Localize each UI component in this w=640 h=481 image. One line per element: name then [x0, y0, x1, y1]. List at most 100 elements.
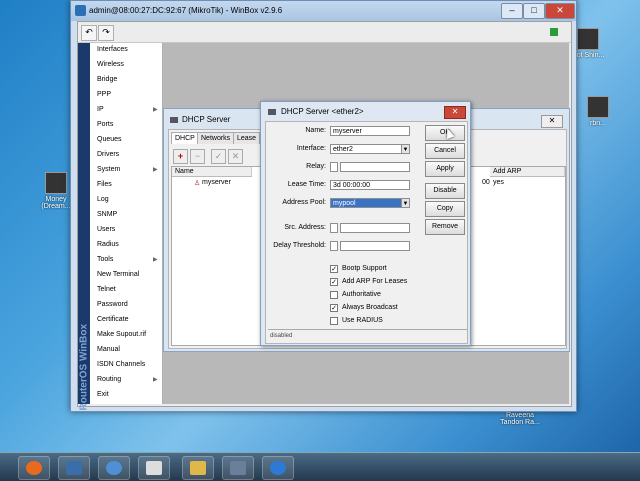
tab-leases[interactable]: Lease	[233, 132, 261, 144]
menu-item-interfaces[interactable]: Interfaces	[97, 46, 161, 53]
maximize-button[interactable]: □	[523, 3, 545, 19]
taskbar-virtualbox[interactable]	[222, 456, 254, 480]
menu-item-queues[interactable]: Queues	[97, 136, 161, 143]
name-field[interactable]: myserver	[330, 126, 410, 136]
cube-icon	[230, 461, 246, 475]
menu-item-tools[interactable]: Tools ▶	[97, 256, 161, 263]
authoritative-label: Authoritative	[342, 291, 381, 298]
column-header-add-arp[interactable]: Add ARP	[490, 167, 565, 177]
window-icon	[268, 109, 276, 115]
menu-item-files[interactable]: Files	[97, 181, 161, 188]
tab-networks[interactable]: Networks	[197, 132, 235, 144]
lease-time-field[interactable]: 3d 00:00:00	[330, 180, 410, 190]
address-pool-label: Address Pool:	[282, 199, 326, 206]
undo-button[interactable]: ↶	[81, 25, 97, 41]
taskbar-teamviewer[interactable]	[262, 456, 294, 480]
menu-label: Interfaces	[97, 46, 128, 53]
disable-button[interactable]: ✕	[228, 149, 243, 164]
teamviewer-icon	[270, 461, 286, 475]
menu-item-system[interactable]: System ▶	[97, 166, 161, 173]
tab-dhcp[interactable]: DHCP	[171, 132, 199, 144]
relay-toggle[interactable]	[330, 162, 338, 172]
menu-label: Log	[97, 196, 109, 203]
apply-button[interactable]: Apply	[425, 161, 465, 177]
menu-label: Queues	[97, 136, 122, 143]
remove-button[interactable]: −	[190, 149, 205, 164]
desktop-icon-label: Money (Dream...	[41, 196, 71, 210]
menu-label: System	[97, 166, 121, 173]
desktop-icon-label: Raveena Tandon Ra...	[500, 412, 540, 426]
menu-item-ppp[interactable]: PPP	[97, 91, 161, 98]
taskbar-firefox[interactable]	[18, 456, 50, 480]
remove-button[interactable]: Remove	[425, 219, 465, 235]
disable-button[interactable]: Disable	[425, 183, 465, 199]
lease-time-label: Lease Time:	[287, 181, 326, 188]
menu-item-make-supout[interactable]: Make Supout.rif	[97, 331, 161, 338]
firefox-icon	[26, 461, 42, 475]
lock-icon[interactable]	[550, 28, 558, 36]
interface-select[interactable]: ether2	[330, 144, 402, 154]
src-address-field[interactable]	[340, 223, 410, 233]
menu-item-new-terminal[interactable]: New Terminal	[97, 271, 161, 278]
close-button[interactable]: ✕	[541, 115, 563, 128]
always-broadcast-checkbox[interactable]: ✓	[330, 304, 338, 312]
chevron-down-icon[interactable]: ▼	[401, 198, 410, 208]
add-arp-label: Add ARP For Leases	[342, 278, 408, 285]
src-address-toggle[interactable]	[330, 223, 338, 233]
server-icon: ♙	[194, 180, 201, 187]
redo-button[interactable]: ↷	[98, 25, 114, 41]
relay-field[interactable]	[340, 162, 410, 172]
menu-item-snmp[interactable]: SNMP	[97, 211, 161, 218]
submenu-arrow-icon: ▶	[153, 107, 158, 113]
menu-item-isdn-channels[interactable]: ISDN Channels	[97, 361, 161, 368]
interface-label: Interface:	[296, 145, 326, 152]
relay-label: Relay:	[306, 163, 326, 170]
column-header-name[interactable]: Name	[172, 167, 252, 177]
menu-item-certificate[interactable]: Certificate	[97, 316, 161, 323]
bootp-support-checkbox[interactable]: ✓	[330, 265, 338, 273]
minimize-button[interactable]: –	[501, 3, 523, 19]
taskbar-window[interactable]	[138, 456, 170, 480]
close-button[interactable]: ✕	[444, 106, 466, 119]
menu-item-drivers[interactable]: Drivers	[97, 151, 161, 158]
use-radius-checkbox[interactable]	[330, 317, 338, 325]
menu-item-password[interactable]: Password	[97, 301, 161, 308]
menu-label: IP	[97, 106, 104, 113]
authoritative-checkbox[interactable]	[330, 291, 338, 299]
row-name: myserver	[202, 179, 231, 186]
taskbar-computer[interactable]	[58, 456, 90, 480]
menu-item-ip[interactable]: IP ▶	[97, 106, 161, 113]
menu-item-wireless[interactable]: Wireless	[97, 61, 161, 68]
menu-label: Bridge	[97, 76, 118, 83]
menu-label: SNMP	[97, 211, 118, 218]
menu-item-ports[interactable]: Ports	[97, 121, 161, 128]
bootp-support-label: Bootp Support	[342, 265, 387, 272]
delay-threshold-field[interactable]	[340, 241, 410, 251]
chevron-down-icon[interactable]: ▼	[401, 144, 410, 154]
winbox-titlebar[interactable]: admin@08:00:27:DC:92:67 (MikroTik) - Win…	[71, 1, 576, 21]
dhcp-server-dialog: DHCP Server <ether2> ✕ Name: myserver In…	[260, 101, 471, 346]
menu-item-exit[interactable]: Exit	[97, 391, 161, 398]
desktop-icon-raveena[interactable]: Raveena Tandon Ra...	[500, 412, 540, 426]
taskbar-explorer[interactable]	[182, 456, 214, 480]
cancel-button[interactable]: Cancel	[425, 143, 465, 159]
enable-button[interactable]: ✓	[211, 149, 226, 164]
file-icon	[587, 96, 609, 118]
menu-item-manual[interactable]: Manual	[97, 346, 161, 353]
add-arp-checkbox[interactable]: ✓	[330, 278, 338, 286]
menu-label: New Terminal	[97, 271, 140, 278]
menu-item-radius[interactable]: Radius	[97, 241, 161, 248]
menu-item-telnet[interactable]: Telnet	[97, 286, 161, 293]
menu-item-bridge[interactable]: Bridge	[97, 76, 161, 83]
address-pool-select[interactable]: mypool	[330, 198, 402, 208]
add-button[interactable]: +	[173, 149, 188, 164]
delay-threshold-toggle[interactable]	[330, 241, 338, 251]
menu-item-log[interactable]: Log	[97, 196, 161, 203]
menu-item-users[interactable]: Users	[97, 226, 161, 233]
computer-icon	[66, 461, 82, 475]
copy-button[interactable]: Copy	[425, 201, 465, 217]
close-button[interactable]: ✕	[545, 3, 575, 19]
menu-item-routing[interactable]: Routing ▶	[97, 376, 161, 383]
taskbar-chrome[interactable]	[98, 456, 130, 480]
desktop-icon-rbn[interactable]: rbn...	[578, 96, 618, 127]
